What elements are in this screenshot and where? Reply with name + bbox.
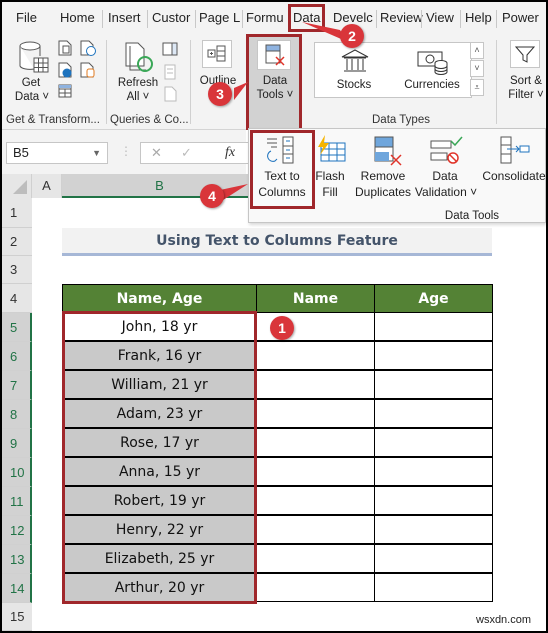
watermark: wsxdn.com	[476, 614, 532, 626]
callout-badge-4: 4	[200, 184, 224, 208]
callout-badge-1: 1	[270, 316, 294, 340]
callout-badge-2: 2	[340, 24, 364, 48]
excel-window: File Home Insert Custor Page L Formu Dat…	[2, 2, 546, 631]
callout-3-pointer	[234, 82, 248, 100]
callout-badge-3: 3	[208, 82, 232, 106]
callout-pointers	[220, 22, 348, 202]
callout-4-pointer	[220, 184, 248, 202]
